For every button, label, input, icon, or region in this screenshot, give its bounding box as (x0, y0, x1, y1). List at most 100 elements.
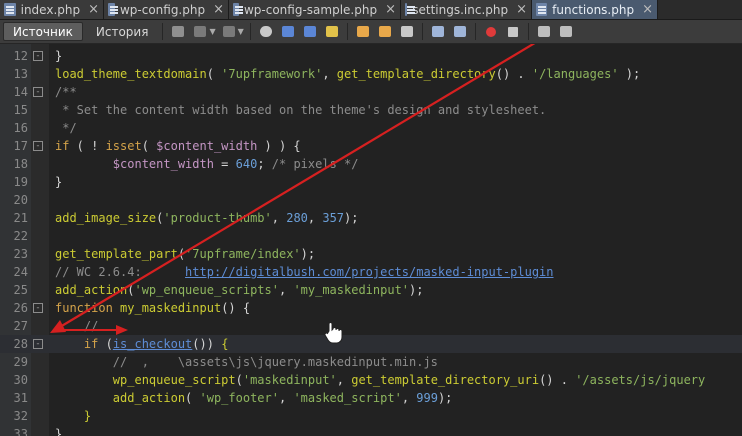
fold-toggle-icon[interactable]: - (33, 141, 43, 151)
code-line[interactable]: 29 // , \assets\js\jquery.maskedinput.mi… (0, 353, 742, 371)
fold-toggle-icon[interactable]: - (33, 303, 43, 313)
close-icon[interactable]: × (516, 3, 527, 16)
code-token: , (336, 373, 352, 387)
find-icon[interactable] (257, 23, 275, 41)
php-file-icon (536, 3, 548, 16)
code-token: '/assets/js/jquery (575, 373, 706, 387)
code-token: my_maskedinput (120, 301, 222, 315)
line-number: 32 (13, 409, 28, 423)
stop-macro-icon[interactable] (504, 23, 522, 41)
shift-right-icon[interactable] (451, 23, 469, 41)
close-icon[interactable]: × (642, 3, 653, 16)
history-view-button[interactable]: История (86, 22, 159, 41)
code-text: $content_width = 640; /* pixels */ (55, 155, 359, 173)
code-editor[interactable]: 12-} 13 load_theme_textdomain( '7upframewo… (0, 44, 742, 436)
find-next-icon[interactable] (301, 23, 319, 41)
code-line[interactable]: 31 add_action( 'wp_footer', 'masked_scri… (0, 389, 742, 407)
tab-index-php[interactable]: index.php × (0, 0, 104, 19)
comment-icon[interactable] (535, 23, 553, 41)
chevron-down-icon[interactable]: ▼ (238, 27, 244, 36)
code-line[interactable]: 15 * Set the content width based on the … (0, 101, 742, 119)
code-token: '7upframework' (221, 67, 323, 81)
code-line[interactable]: 21 add_image_size('product-thumb', 280, 3… (0, 209, 742, 227)
code-text: add_image_size('product-thumb', 280, 357… (55, 209, 359, 227)
fold-toggle-icon[interactable]: - (33, 51, 43, 61)
code-line[interactable]: 13 load_theme_textdomain( '7upframework',… (0, 65, 742, 83)
chevron-down-icon[interactable]: ▼ (209, 27, 215, 36)
code-line[interactable]: 24 // WC 2.6.4: http://digitalbush.com/pr… (0, 263, 742, 281)
last-edit-icon[interactable] (169, 23, 187, 41)
code-line[interactable]: 27 // (0, 317, 742, 335)
toolbar-separator (421, 23, 423, 40)
toggle-bookmark-icon[interactable] (398, 23, 416, 41)
uncomment-icon[interactable] (557, 23, 575, 41)
close-icon[interactable]: × (88, 3, 99, 16)
line-number: 28 (13, 337, 28, 351)
code-line[interactable]: 12-} (0, 47, 742, 65)
find-previous-icon[interactable] (279, 23, 297, 41)
code-line[interactable]: 30 wp_enqueue_script('maskedinput', get_… (0, 371, 742, 389)
close-icon[interactable]: × (213, 3, 224, 16)
back-icon[interactable] (191, 23, 209, 41)
code-token: , (307, 211, 323, 225)
code-token: // WC 2.6.4: (55, 265, 186, 279)
code-text: * Set the content width based on the the… (55, 101, 546, 119)
code-text: // WC 2.6.4: http://digitalbush.com/proj… (55, 263, 554, 281)
code-text: } (55, 47, 62, 65)
line-number: 16 (13, 121, 28, 135)
close-icon[interactable]: × (385, 3, 396, 16)
code-line[interactable]: 19} (0, 173, 742, 191)
code-line[interactable]: 32 } (0, 407, 742, 425)
code-text: wp_enqueue_script('maskedinput', get_tem… (55, 371, 705, 389)
code-line[interactable]: 33} (0, 425, 742, 436)
line-number: 24 (13, 265, 28, 279)
php-file-icon (405, 3, 417, 16)
code-token: } (55, 49, 63, 63)
tab-settings-inc-php[interactable]: settings.inc.php × (401, 0, 532, 19)
record-macro-icon[interactable] (482, 23, 500, 41)
forward-icon[interactable] (220, 23, 238, 41)
tab-wp-config-php[interactable]: wp-config.php × (104, 0, 229, 19)
code-token: add_image_size (55, 211, 157, 225)
shift-left-icon[interactable] (429, 23, 447, 41)
code-token: ( (177, 247, 186, 261)
code-line[interactable]: 25 add_action('wp_enqueue_scripts', 'my_m… (0, 281, 742, 299)
fold-toggle-icon[interactable]: - (33, 339, 43, 349)
code-token: ) ) { (257, 139, 301, 153)
php-file-icon (108, 3, 118, 16)
toolbar-separator (346, 23, 348, 40)
code-line[interactable]: 17- if ( ! isset( $content_width ) ) { (0, 137, 742, 155)
code-line[interactable]: 20 (0, 191, 742, 209)
code-token: ( (206, 67, 222, 81)
fold-toggle-icon[interactable]: - (33, 87, 43, 97)
code-token: () . (539, 373, 576, 387)
toggle-highlight-icon[interactable] (323, 23, 341, 41)
code-line[interactable]: 14- /** (0, 83, 742, 101)
code-token: 'my_maskedinput' (293, 283, 410, 297)
code-token: , (278, 391, 294, 405)
tab-label: functions.php (552, 2, 635, 17)
code-link[interactable]: http://digitalbush.com/projects/masked-i… (185, 265, 553, 279)
code-line[interactable]: 18 $content_width = 640; /* pixels */ (0, 155, 742, 173)
code-token: , (278, 283, 294, 297)
tab-wp-config-sample-php[interactable]: wp-config-sample.php × (229, 0, 401, 19)
code-link[interactable]: is_checkout (113, 337, 192, 351)
code-line[interactable]: 16 */ (0, 119, 742, 137)
code-line[interactable]: 26- function my_maskedinput() { (0, 299, 742, 317)
tab-functions-php[interactable]: functions.php × (532, 0, 658, 19)
tab-label: wp-config-sample.php (243, 2, 378, 17)
code-token: 'wp_footer' (199, 391, 279, 405)
code-line[interactable]: 22 (0, 227, 742, 245)
next-bookmark-icon[interactable] (376, 23, 394, 41)
code-line[interactable]: 23 get_template_part('7upframe/index'); (0, 245, 742, 263)
source-view-button[interactable]: Источник (3, 22, 83, 41)
previous-bookmark-icon[interactable] (354, 23, 372, 41)
line-number: 18 (13, 157, 28, 171)
code-line[interactable]: 28- if (is_checkout()) { (0, 335, 742, 353)
code-token: = (213, 157, 236, 171)
toolbar-separator (527, 23, 529, 40)
